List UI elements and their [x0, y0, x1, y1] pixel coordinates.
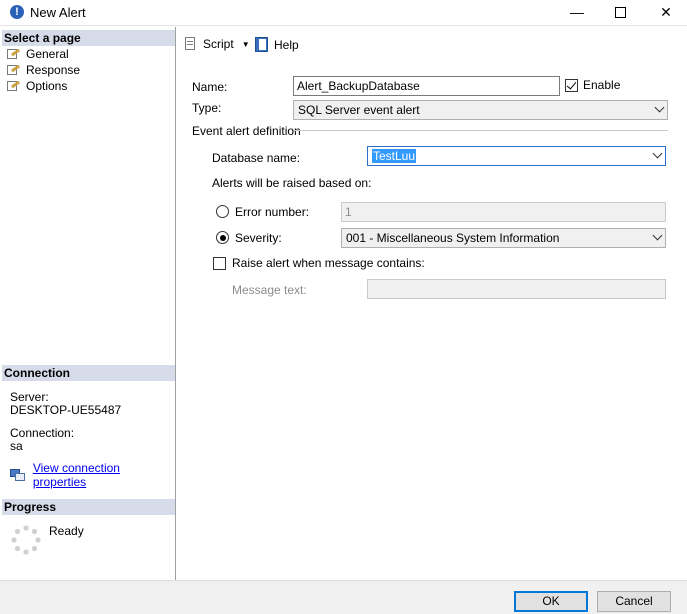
page-wrench-icon: [6, 80, 21, 92]
sidebar-item-label: Response: [26, 63, 81, 77]
minimize-button[interactable]: —: [565, 2, 589, 22]
message-text-input[interactable]: [367, 279, 666, 299]
severity-label: Severity:: [235, 231, 282, 245]
database-name-value: TestLuu: [372, 149, 417, 163]
name-label: Name:: [192, 80, 228, 94]
sidebar-item-general[interactable]: General: [6, 46, 69, 62]
severity-select[interactable]: 001 - Miscellaneous System Information: [341, 228, 666, 248]
connection-properties-icon: [10, 468, 26, 482]
dialog-button-bar: OK Cancel: [0, 580, 687, 614]
general-page: Name: Alert_BackupDatabase Enable Type: …: [177, 61, 687, 580]
sidebar-item-options[interactable]: Options: [6, 78, 67, 94]
info-icon: !: [10, 5, 24, 19]
progress-spinner-icon: [11, 525, 41, 555]
help-book-icon: [254, 37, 270, 52]
error-number-label: Error number:: [235, 205, 310, 219]
connection-header: Connection: [2, 365, 175, 381]
view-connection-properties-link[interactable]: View connection properties: [10, 461, 175, 489]
script-label: Script: [203, 37, 234, 51]
page-wrench-icon: [6, 48, 21, 60]
alerts-raised-label: Alerts will be raised based on:: [212, 176, 372, 190]
view-connection-properties-text[interactable]: View connection properties: [33, 461, 175, 489]
window-title: New Alert: [30, 5, 86, 20]
sidebar-item-label: Options: [26, 79, 68, 93]
type-label: Type:: [192, 101, 222, 115]
severity-select-value: 001 - Miscellaneous System Information: [346, 231, 560, 245]
raise-alert-checkbox[interactable]: [213, 257, 226, 270]
ok-button[interactable]: OK: [514, 591, 588, 612]
event-alert-section-label: Event alert definition: [192, 124, 301, 138]
server-value: DESKTOP-UE55487: [10, 403, 122, 417]
type-select-value: SQL Server event alert: [298, 103, 420, 117]
chevron-down-icon: [652, 230, 663, 241]
enable-checkbox[interactable]: [565, 79, 578, 92]
script-icon: [183, 37, 199, 51]
sidebar-item-response[interactable]: Response: [6, 62, 80, 78]
help-label: Help: [274, 37, 299, 52]
page-wrench-icon: [6, 64, 21, 76]
connection-label: Connection:: [10, 426, 75, 440]
cancel-button[interactable]: Cancel: [597, 591, 671, 612]
select-page-header: Select a page: [2, 30, 175, 46]
sidebar-item-label: General: [26, 47, 69, 61]
radio-selected-dot: [219, 234, 226, 241]
database-name-label: Database name:: [212, 151, 301, 165]
dropdown-arrow-icon[interactable]: ▼: [242, 40, 250, 49]
help-button[interactable]: Help: [254, 37, 299, 52]
maximize-button[interactable]: [608, 2, 632, 22]
connection-value: sa: [10, 439, 23, 453]
enable-label: Enable: [583, 78, 621, 92]
title-bar: ! New Alert — ✕: [0, 0, 687, 26]
chevron-down-icon: [654, 102, 665, 113]
type-select[interactable]: SQL Server event alert: [293, 100, 668, 120]
severity-radio[interactable]: [216, 231, 229, 244]
error-number-radio[interactable]: [216, 205, 229, 218]
raise-alert-label: Raise alert when message contains:: [232, 256, 425, 270]
database-name-select[interactable]: TestLuu: [367, 146, 666, 166]
checkmark-icon: [566, 79, 577, 90]
message-text-label: Message text:: [232, 283, 307, 297]
error-number-input[interactable]: 1: [341, 202, 666, 222]
section-divider: [295, 130, 668, 131]
server-label: Server:: [10, 390, 49, 404]
chevron-down-icon: [652, 148, 663, 159]
progress-header: Progress: [2, 499, 175, 515]
script-button[interactable]: Script ▼: [183, 37, 250, 51]
close-button[interactable]: ✕: [654, 2, 678, 22]
toolbar: Script ▼ Help: [177, 27, 687, 61]
maximize-icon: [614, 6, 626, 18]
name-input[interactable]: Alert_BackupDatabase: [293, 76, 560, 96]
progress-status: Ready: [49, 524, 84, 538]
sidebar: Select a page General Response Options C…: [0, 27, 176, 580]
